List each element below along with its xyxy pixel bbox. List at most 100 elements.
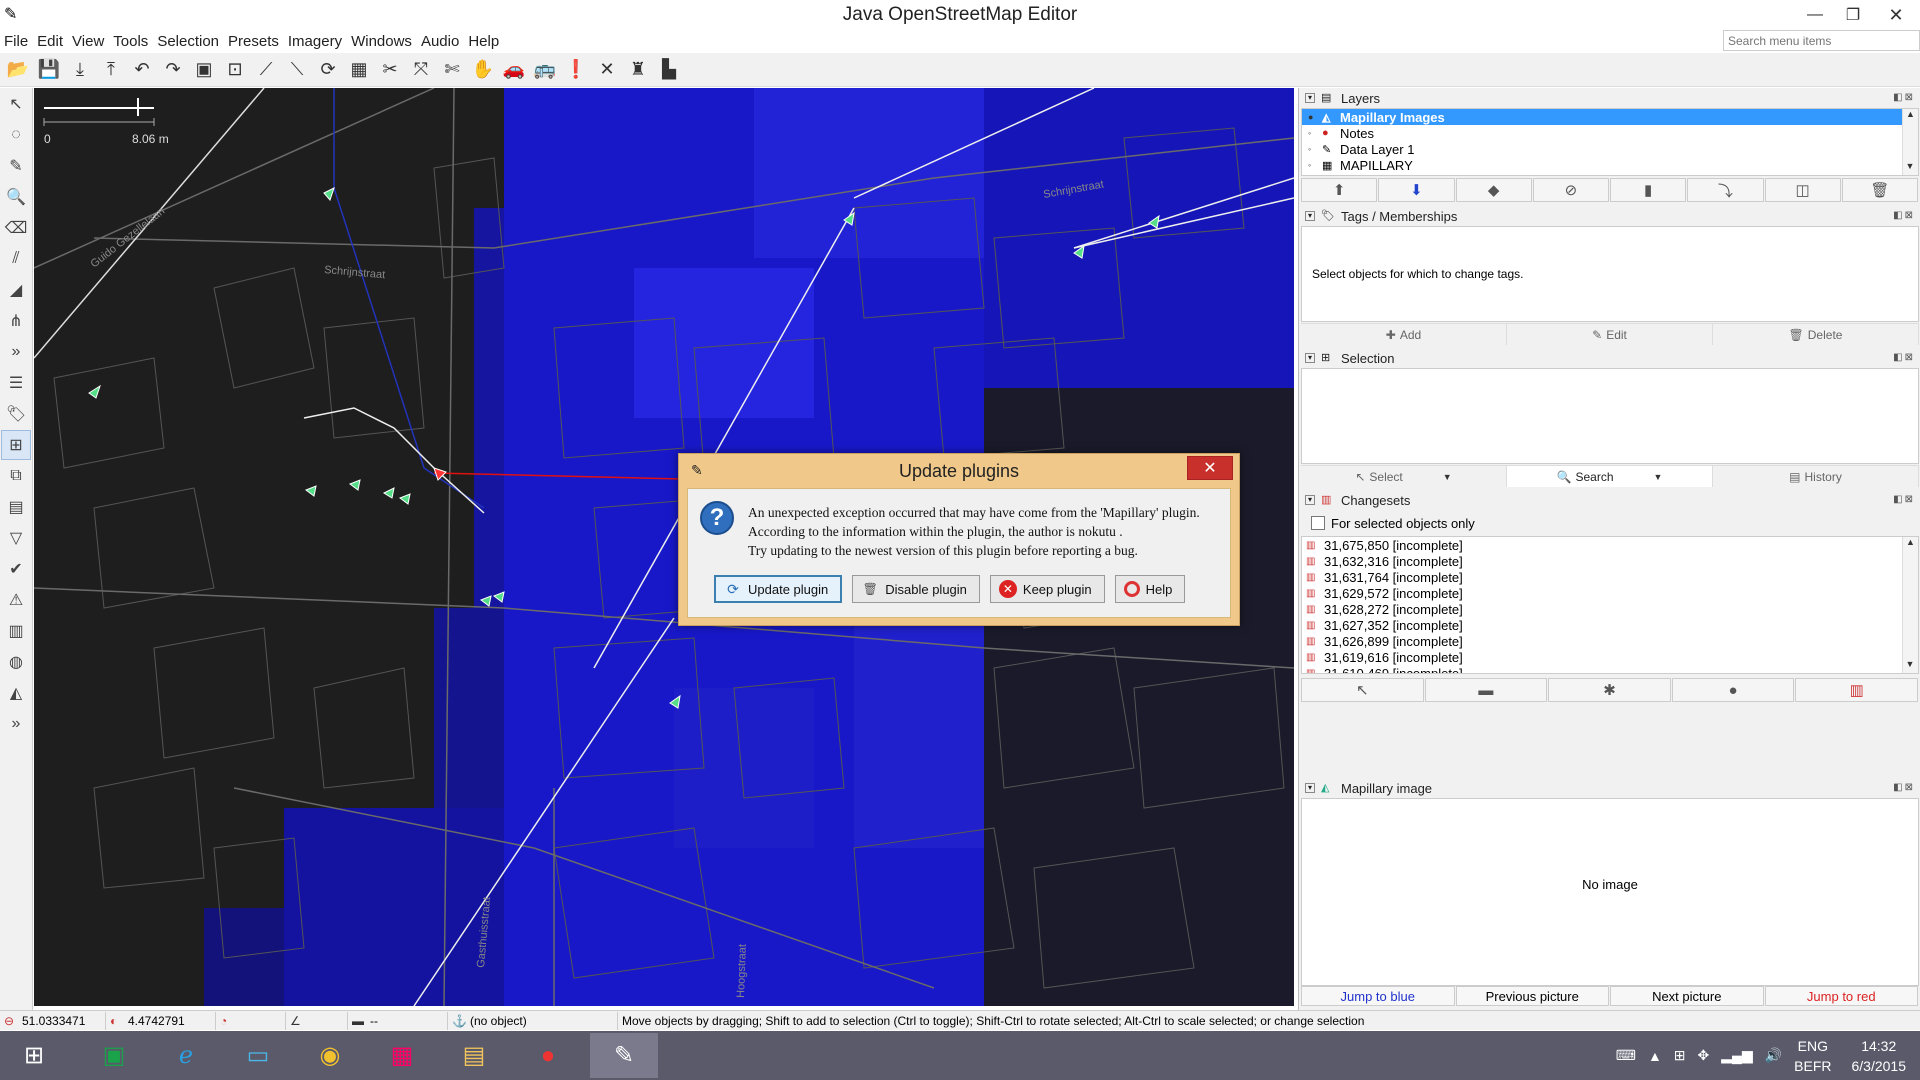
selection-list-icon[interactable]: ⊞ — [1, 430, 31, 460]
move-down-icon[interactable]: ⬇ — [1378, 178, 1455, 202]
save-icon[interactable]: 💾 — [35, 56, 63, 84]
changeset-item[interactable]: ▥ 31,626,899 [incomplete] — [1302, 633, 1918, 649]
upload-icon[interactable]: ⤒ — [97, 56, 125, 84]
chrome-icon[interactable]: ◉ — [296, 1033, 364, 1078]
delete-x-icon[interactable]: ✕ — [593, 56, 621, 84]
opacity-icon[interactable]: ▮ — [1610, 178, 1687, 202]
merge-icon[interactable]: ⤵ — [1687, 178, 1764, 202]
next-picture-button[interactable]: Next picture — [1610, 986, 1764, 1006]
layers-title-bar[interactable]: ▾ ▤ Layers ◧⊠ — [1299, 88, 1920, 108]
info-changeset-icon[interactable]: ● — [1671, 678, 1795, 702]
minimize-button[interactable]: — — [1796, 0, 1834, 30]
more-tools-icon[interactable]: » — [1, 337, 31, 367]
layers-scrollbar[interactable]: ▲ ▼ — [1902, 109, 1918, 175]
edit-tag-button[interactable]: ✎ Edit — [1507, 324, 1713, 345]
tags-icon[interactable]: 🏷 — [1, 399, 31, 429]
duplicate-icon[interactable]: ◫ — [1764, 178, 1841, 202]
dialog-controls-icon[interactable]: ◧⊠ — [1893, 92, 1915, 103]
collapse-toggle-icon[interactable]: ▾ — [1305, 495, 1315, 505]
changesets-scrollbar[interactable]: ▲ ▼ — [1902, 537, 1918, 673]
activate-icon[interactable]: ◆ — [1455, 178, 1532, 202]
select-button[interactable]: ↖ Select ▼ — [1301, 466, 1507, 487]
relations-icon[interactable]: ⧉ — [1, 461, 31, 491]
keep-plugin-button[interactable]: ✕ Keep plugin — [989, 575, 1105, 603]
close-changeset-icon[interactable]: ✱ — [1548, 678, 1671, 702]
reverse-way-icon[interactable]: ⟳ — [314, 56, 342, 84]
layer-row[interactable]: ◦ ▦ MAPILLARY — [1302, 157, 1918, 173]
collapse-toggle-icon[interactable]: ▾ — [1305, 211, 1315, 221]
combine-way-icon[interactable]: ⟍ — [283, 56, 311, 84]
collapse-toggle-icon[interactable]: ▾ — [1305, 353, 1315, 363]
filter-icon[interactable]: ▽ — [1, 523, 31, 553]
changeset-item[interactable]: ▥ 31,675,850 [incomplete] — [1302, 537, 1918, 553]
menu-audio[interactable]: Audio — [417, 33, 464, 50]
delete-mode-icon[interactable]: ⌫ — [1, 213, 31, 243]
extrude-icon[interactable]: ⋔ — [1, 306, 31, 336]
visibility-eye-icon[interactable]: ● — [1308, 112, 1320, 122]
dialog-controls-icon[interactable]: ◧⊠ — [1893, 210, 1915, 221]
language-indicator[interactable]: ENG BEFR — [1794, 1036, 1831, 1076]
changeset-manager-icon[interactable]: ▥ — [1795, 678, 1918, 702]
changeset-item[interactable]: ▥ 31,629,572 [incomplete] — [1302, 585, 1918, 601]
dialog-controls-icon[interactable]: ◧⊠ — [1893, 352, 1915, 363]
layer-row[interactable]: ◦ ● Notes — [1302, 125, 1918, 141]
dialog-controls-icon[interactable]: ◧⊠ — [1893, 494, 1915, 505]
menu-search-input[interactable] — [1723, 30, 1920, 51]
visibility-eye-icon[interactable]: ◦ — [1308, 144, 1320, 154]
search-button[interactable]: 🔍 Search ▼ — [1507, 466, 1713, 487]
redo-icon[interactable]: ↷ — [159, 56, 187, 84]
show-hidden-icon[interactable]: ▲ — [1648, 1048, 1662, 1064]
collapse-toggle-icon[interactable]: ▾ — [1305, 93, 1315, 103]
zoom-mode-icon[interactable]: 🔍 — [1, 182, 31, 212]
changeset-item[interactable]: ▥ 31,631,764 [incomplete] — [1302, 569, 1918, 585]
menu-windows[interactable]: Windows — [347, 33, 417, 50]
close-window-button[interactable]: ✕ — [1872, 0, 1920, 30]
download-icon[interactable]: ⤓ — [66, 56, 94, 84]
mirror-icon[interactable]: ✄ — [438, 56, 466, 84]
clock[interactable]: 14:32 6/3/2015 — [1852, 1036, 1907, 1076]
open-file-icon[interactable]: 📂 — [4, 56, 32, 84]
download-changeset-icon[interactable]: ▬ — [1424, 678, 1548, 702]
layer-row[interactable]: ● ◭ Mapillary Images — [1302, 109, 1918, 125]
chevron-down-icon[interactable]: ▼ — [1654, 472, 1663, 482]
volume-icon[interactable]: 🔊 — [1765, 1047, 1782, 1064]
mapillary-image-view[interactable]: No image — [1301, 798, 1919, 986]
orthogonalize-icon[interactable]: ⤧ — [407, 56, 435, 84]
add-tag-button[interactable]: ✚ Add — [1301, 324, 1507, 345]
changeset-item[interactable]: ▥ 31,627,352 [incomplete] — [1302, 617, 1918, 633]
select-mode-icon[interactable]: ↖ — [1, 89, 31, 119]
building-icon[interactable]: ♜ — [624, 56, 652, 84]
visibility-eye-icon[interactable]: ◦ — [1308, 128, 1320, 138]
collapse-toggle-icon[interactable]: ▾ — [1305, 783, 1315, 793]
dialog-controls-icon[interactable]: ◧⊠ — [1893, 782, 1915, 793]
store-icon[interactable]: ▣ — [80, 1033, 148, 1078]
file-explorer-icon[interactable]: ▤ — [440, 1033, 508, 1078]
selected-only-checkbox[interactable] — [1311, 516, 1325, 530]
lasso-mode-icon[interactable]: ◌ — [1, 120, 31, 150]
update-plugin-button[interactable]: ⟳ Update plugin — [714, 575, 843, 603]
changeset-icon[interactable]: ▥ — [1, 616, 31, 646]
draw-mode-icon[interactable]: ✎ — [1, 151, 31, 181]
internet-explorer-icon[interactable]: ℯ — [152, 1033, 220, 1078]
network-icon[interactable]: ▂▄▆ — [1721, 1047, 1752, 1064]
menu-tools[interactable]: Tools — [109, 33, 153, 50]
start-button-icon[interactable]: ⊞ — [0, 1033, 68, 1078]
parallel-mode-icon[interactable]: ⫽ — [1, 244, 31, 274]
improve-way-icon[interactable]: ◢ — [1, 275, 31, 305]
changeset-item[interactable]: ▥ 31,619,616 [incomplete] — [1302, 649, 1918, 665]
apps-grid-icon[interactable]: ▦ — [368, 1033, 436, 1078]
select-objects-icon[interactable]: ↖ — [1301, 678, 1424, 702]
changeset-item[interactable]: ▥ 31,610,469 [incomplete] — [1302, 665, 1918, 674]
tags-title-bar[interactable]: ▾ 🏷 Tags / Memberships ◧⊠ — [1299, 206, 1920, 226]
validation-icon[interactable]: ❗ — [562, 56, 590, 84]
mapillary-icon[interactable]: ◭ — [1, 678, 31, 708]
menu-view[interactable]: View — [68, 33, 109, 50]
maps-app-icon[interactable]: ● — [514, 1033, 582, 1078]
layer-list-icon[interactable]: ☰ — [1, 368, 31, 398]
menu-selection[interactable]: Selection — [153, 33, 224, 50]
menu-presets[interactable]: Presets — [224, 33, 284, 50]
previous-picture-button[interactable]: Previous picture — [1455, 986, 1609, 1006]
notes-icon[interactable]: ◍ — [1, 647, 31, 677]
dropbox-icon[interactable]: ✥ — [1698, 1047, 1710, 1064]
factory-icon[interactable]: ▙ — [655, 56, 683, 84]
